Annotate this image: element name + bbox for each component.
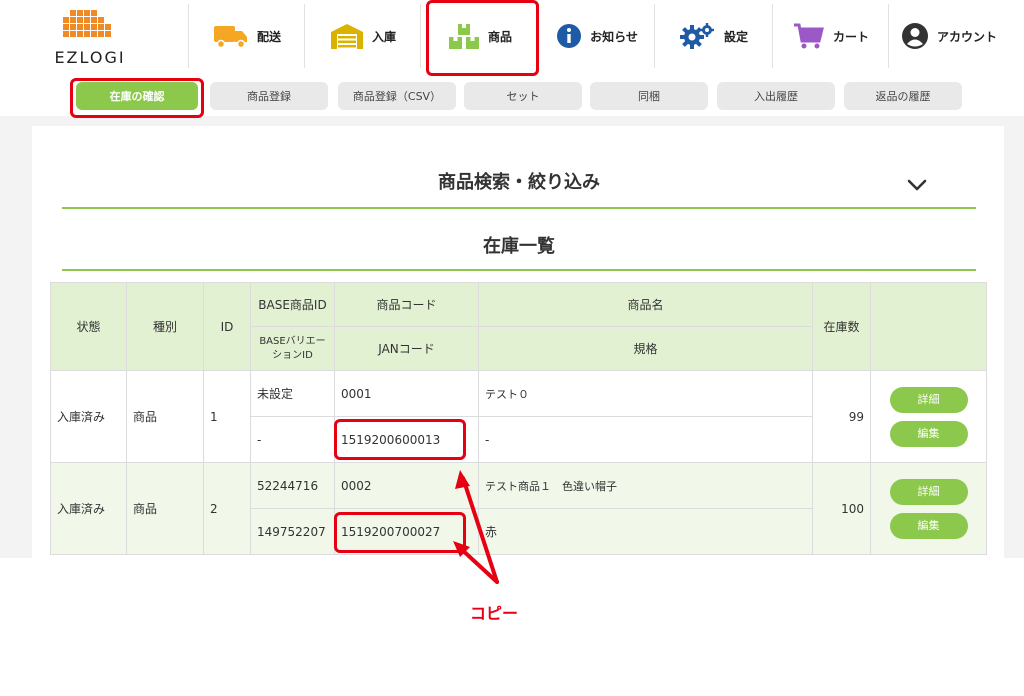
copy-annotation-label: コピー xyxy=(470,604,519,623)
screenshot-stage: EZLOGI 配送 入庫 商品 お知らせ 設定 カート アカウント 在庫の確認 … xyxy=(0,0,1024,696)
annotation-arrows xyxy=(453,470,499,584)
